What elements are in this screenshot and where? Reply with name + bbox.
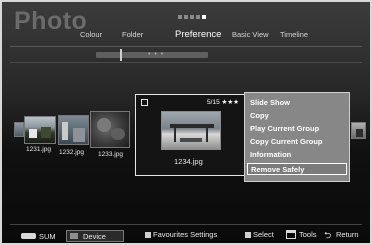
select-key-icon [245,232,251,238]
device-button[interactable]: Device [66,230,124,242]
favourites-settings-hint[interactable]: Favourites Settings [153,230,217,239]
return-icon: ⮌ [324,230,332,240]
bottom-divider [10,224,362,225]
menu-item-copy[interactable]: Copy [247,110,347,122]
strip-divider [10,62,362,63]
page-indicator [178,15,206,19]
menu-item-slide-show[interactable]: Slide Show [247,97,347,109]
tab-colour[interactable]: Colour [80,30,102,39]
thumbnail-label: 1233.jpg [98,151,123,158]
selected-thumbnail-image [161,111,221,150]
photo-browser-screen: Photo Colour Folder Preference Basic Vie… [0,0,372,245]
select-checkbox[interactable] [141,99,148,106]
select-hint[interactable]: Select [253,230,274,239]
page-rating: 5/15 ★★★ [207,98,239,106]
usb-device-icon [21,233,36,239]
favourites-key-icon [145,232,151,238]
header-divider [10,46,362,47]
thumbnail-label: 1232.jpg [59,149,84,156]
device-button-label: Device [83,232,106,241]
thumbnail-label: 1234.jpg [174,157,203,166]
page-number: 5/15 [207,99,220,106]
partial-thumbnail [351,122,366,139]
star-rating: ★★★ [221,99,239,106]
device-button-swatch [70,233,78,239]
device-name: SUM [39,232,56,241]
thumbnail-label: 1231.jpg [26,146,51,153]
progress-dots: • • • [148,51,165,58]
thumbnail-1233[interactable] [90,111,130,148]
menu-item-remove-safely[interactable]: Remove Safely [247,163,347,175]
tab-preference[interactable]: Preference [175,29,221,40]
return-hint[interactable]: Return [336,230,359,239]
menu-item-copy-current-group[interactable]: Copy Current Group [247,136,347,148]
menu-item-play-current-group[interactable]: Play Current Group [247,123,347,135]
tab-timeline[interactable]: Timeline [280,30,308,39]
thumbnail-1232[interactable] [58,115,89,145]
partial-thumbnail [14,122,24,137]
page-title: Photo [14,7,88,35]
thumbnail-1231[interactable] [24,116,56,144]
tab-basic-view[interactable]: Basic View [232,30,269,39]
tools-icon [286,230,296,239]
menu-item-information[interactable]: Information [247,149,347,161]
tab-folder[interactable]: Folder [122,30,143,39]
progress-handle[interactable] [120,49,122,61]
context-menu: Slide Show Copy Play Current Group Copy … [244,92,350,182]
selected-thumbnail-card[interactable]: 5/15 ★★★ 1234.jpg [135,94,245,176]
tools-hint[interactable]: Tools [299,230,317,239]
